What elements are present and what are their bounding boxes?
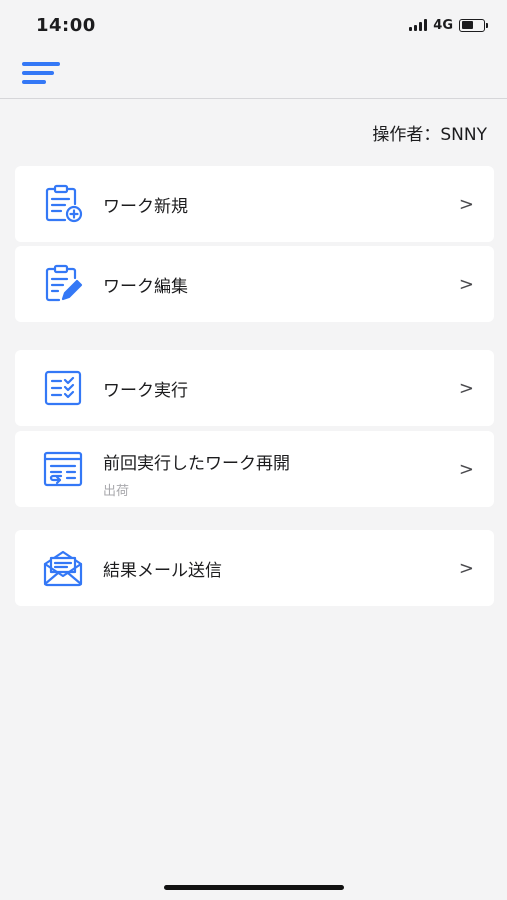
battery-level [461, 21, 474, 29]
menu-item-label: ワーク新規 [103, 196, 188, 217]
status-time: 14:00 [36, 14, 96, 36]
chevron-right-icon: > [458, 458, 474, 480]
chevron-right-icon: > [458, 193, 474, 215]
status-bar: 14:00 4G [0, 0, 507, 50]
menu-item-resume-work[interactable]: 前回実行したワーク再開 出荷 > [15, 431, 494, 507]
chevron-right-icon: > [458, 557, 474, 579]
menu-item-new-work[interactable]: ワーク新規 > [15, 166, 494, 242]
checklist-icon [41, 366, 85, 410]
card-text: ワーク編集 [103, 272, 188, 297]
signal-icon [409, 19, 428, 31]
menu-item-label: ワーク実行 [103, 380, 188, 401]
chevron-right-icon: > [458, 273, 474, 295]
menu-item-label: 前回実行したワーク再開 [103, 454, 290, 474]
mail-envelope-icon [41, 546, 85, 590]
hamburger-menu-icon[interactable] [22, 60, 62, 86]
menu-item-run-work[interactable]: ワーク実行 > [15, 350, 494, 426]
card-text: 前回実行したワーク再開 出荷 [103, 449, 290, 499]
menu-item-send-mail[interactable]: 結果メール送信 > [15, 530, 494, 606]
menu-item-label: 結果メール送信 [103, 560, 222, 581]
card-text: ワーク実行 [103, 376, 188, 401]
card-text: ワーク新規 [103, 192, 188, 217]
clipboard-edit-icon [41, 262, 85, 306]
operator-label: 操作者：SNNY [372, 125, 487, 145]
menu-item-edit-work[interactable]: ワーク編集 > [15, 246, 494, 322]
clipboard-add-icon [41, 182, 85, 226]
chevron-right-icon: > [458, 377, 474, 399]
resume-list-icon [41, 447, 85, 491]
battery-icon [459, 18, 488, 32]
home-indicator[interactable] [164, 885, 344, 890]
menu-item-sublabel: 出荷 [103, 484, 130, 499]
menu-item-label: ワーク編集 [103, 276, 188, 297]
status-indicators: 4G [409, 17, 488, 33]
card-text: 結果メール送信 [103, 556, 222, 581]
nav-bar [0, 50, 507, 99]
network-type: 4G [433, 17, 453, 33]
